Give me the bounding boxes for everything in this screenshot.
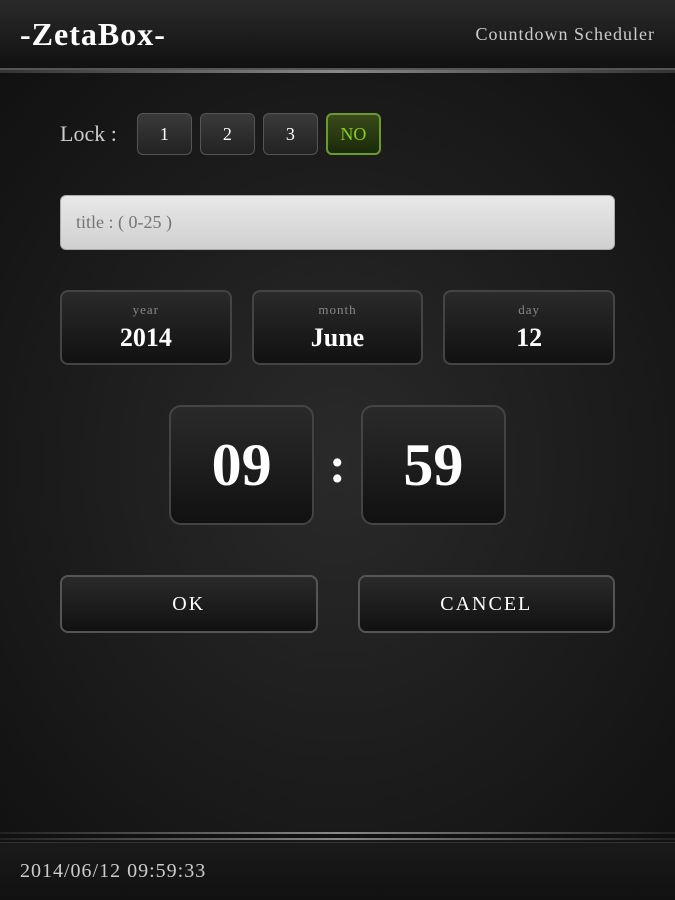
day-picker[interactable]: day 12 [443, 290, 615, 365]
lock-row: Lock : 1 2 3 NO [60, 113, 615, 155]
status-bar: 2014/06/12 09:59:33 [0, 842, 675, 900]
app-header: -ZetaBox- Countdown Scheduler [0, 0, 675, 70]
divider-line-bottom [0, 838, 675, 840]
month-value: June [311, 323, 364, 353]
time-separator: : [329, 440, 346, 490]
app-title: -ZetaBox- [20, 16, 166, 53]
hours-block[interactable]: 09 [169, 405, 314, 525]
hours-value: 09 [212, 431, 272, 500]
lock-btn-2[interactable]: 2 [200, 113, 255, 155]
month-label: month [318, 302, 356, 318]
month-picker[interactable]: month June [252, 290, 424, 365]
day-label: day [518, 302, 540, 318]
lock-btn-1[interactable]: 1 [137, 113, 192, 155]
bottom-divider-area [0, 832, 675, 840]
ok-button[interactable]: OK [60, 575, 318, 633]
title-input-container [60, 195, 615, 250]
status-text: 2014/06/12 09:59:33 [20, 860, 206, 883]
title-input[interactable] [60, 195, 615, 250]
lock-buttons-group: 1 2 3 NO [137, 113, 381, 155]
cancel-button[interactable]: CANCEL [358, 575, 616, 633]
app-subtitle: Countdown Scheduler [476, 24, 655, 45]
action-row: OK CANCEL [60, 575, 615, 633]
lock-label: Lock : [60, 121, 117, 147]
year-picker[interactable]: year 2014 [60, 290, 232, 365]
year-value: 2014 [120, 323, 172, 353]
lock-btn-3[interactable]: 3 [263, 113, 318, 155]
main-content: Lock : 1 2 3 NO year 2014 month June day… [0, 73, 675, 853]
day-value: 12 [516, 323, 542, 353]
time-row: 09 : 59 [60, 405, 615, 525]
year-label: year [133, 302, 159, 318]
minutes-value: 59 [403, 431, 463, 500]
date-row: year 2014 month June day 12 [60, 290, 615, 365]
minutes-block[interactable]: 59 [361, 405, 506, 525]
lock-btn-no[interactable]: NO [326, 113, 381, 155]
